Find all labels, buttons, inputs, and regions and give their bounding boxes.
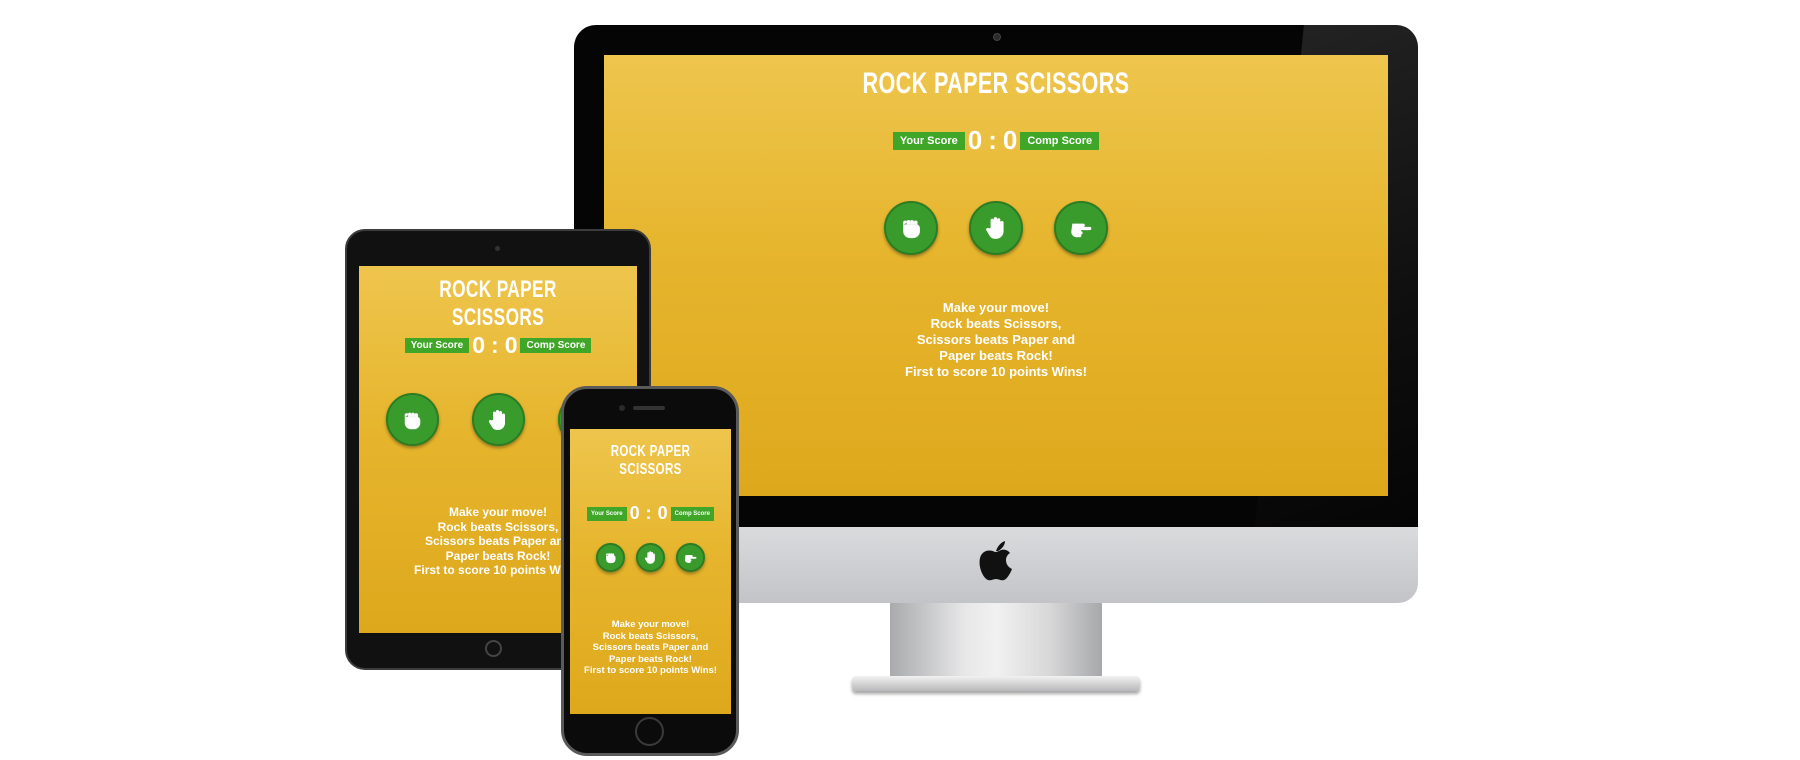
comp-score-badge: Comp Score <box>1020 131 1100 150</box>
instruction-line: Rock beats Scissors, <box>602 630 699 642</box>
page-title: ROCK PAPER SCISSORS <box>862 67 1130 100</box>
user-score: 0 <box>472 332 486 358</box>
choice-buttons <box>604 201 1388 255</box>
paper-button[interactable] <box>969 201 1023 255</box>
score-separator: : <box>645 503 652 523</box>
scoreboard: Your Score 0 : 0 Comp Score <box>359 332 637 359</box>
scissors-button[interactable] <box>1054 201 1108 255</box>
fist-icon <box>903 220 920 239</box>
instruction-line: First to score 10 points Wins! <box>905 364 1087 379</box>
scissors-hand-icon <box>1071 223 1092 238</box>
iphone-speaker <box>633 406 665 410</box>
imac-stand-neck <box>890 603 1102 683</box>
iphone-game-screen: ROCK PAPER SCISSORS Your Score 0 : 0 Com… <box>570 429 731 714</box>
page-title: ROCK PAPER SCISSORS <box>439 276 557 331</box>
your-score-badge: Your Score <box>587 506 627 521</box>
open-hand-icon <box>644 551 655 564</box>
open-hand-icon <box>488 409 505 430</box>
instruction-line: Rock beats Scissors, <box>930 316 1062 331</box>
imac-stand-base <box>852 676 1140 691</box>
scissors-button[interactable] <box>676 543 705 572</box>
imac-camera <box>993 33 1001 41</box>
iphone-home-button <box>635 717 664 746</box>
scoreboard: Your Score 0 : 0 Comp Score <box>570 503 731 524</box>
scoreboard: Your Score 0 : 0 Comp Score <box>604 125 1388 156</box>
ipad-camera <box>495 246 500 251</box>
scissors-hand-icon <box>684 555 697 563</box>
score-separator: : <box>988 125 997 155</box>
rock-button[interactable] <box>596 543 625 572</box>
paper-button[interactable] <box>471 393 525 446</box>
your-score-badge: Your Score <box>404 338 470 353</box>
paper-button[interactable] <box>636 543 665 572</box>
comp-score: 0 <box>657 503 668 523</box>
iphone-camera <box>619 405 625 411</box>
score-separator: : <box>491 332 499 358</box>
instruction-line: First to score 10 points Wins! <box>584 665 717 676</box>
instruction-line: Scissors beats Paper and <box>592 642 709 653</box>
user-score: 0 <box>967 125 983 155</box>
rock-button[interactable] <box>884 201 938 255</box>
instruction-line: Paper beats Rock! <box>609 653 692 665</box>
comp-score-badge: Comp Score <box>670 506 714 521</box>
your-score-badge: Your Score <box>892 131 965 150</box>
instruction-line: Scissors beats Paper and <box>916 332 1076 347</box>
choice-buttons <box>570 543 731 572</box>
user-score: 0 <box>629 503 640 523</box>
instruction-line: Paper beats Rock! <box>939 348 1053 363</box>
instructions: Make your move! Rock beats Scissors, Sci… <box>604 300 1388 380</box>
open-hand-icon <box>986 217 1004 239</box>
page-title: ROCK PAPER SCISSORS <box>610 443 691 478</box>
ipad-home-button <box>485 640 502 657</box>
instruction-line: Make your move! <box>611 619 690 630</box>
rock-button[interactable] <box>385 393 439 446</box>
comp-score: 0 <box>504 332 518 358</box>
apple-logo-icon <box>979 541 1012 581</box>
fist-icon <box>606 553 616 564</box>
comp-score: 0 <box>1002 125 1018 155</box>
fist-icon <box>404 412 421 429</box>
instruction-line: Make your move! <box>942 300 1050 315</box>
instructions: Make your move! Rock beats Scissors, Sci… <box>570 619 731 677</box>
comp-score-badge: Comp Score <box>520 338 592 353</box>
